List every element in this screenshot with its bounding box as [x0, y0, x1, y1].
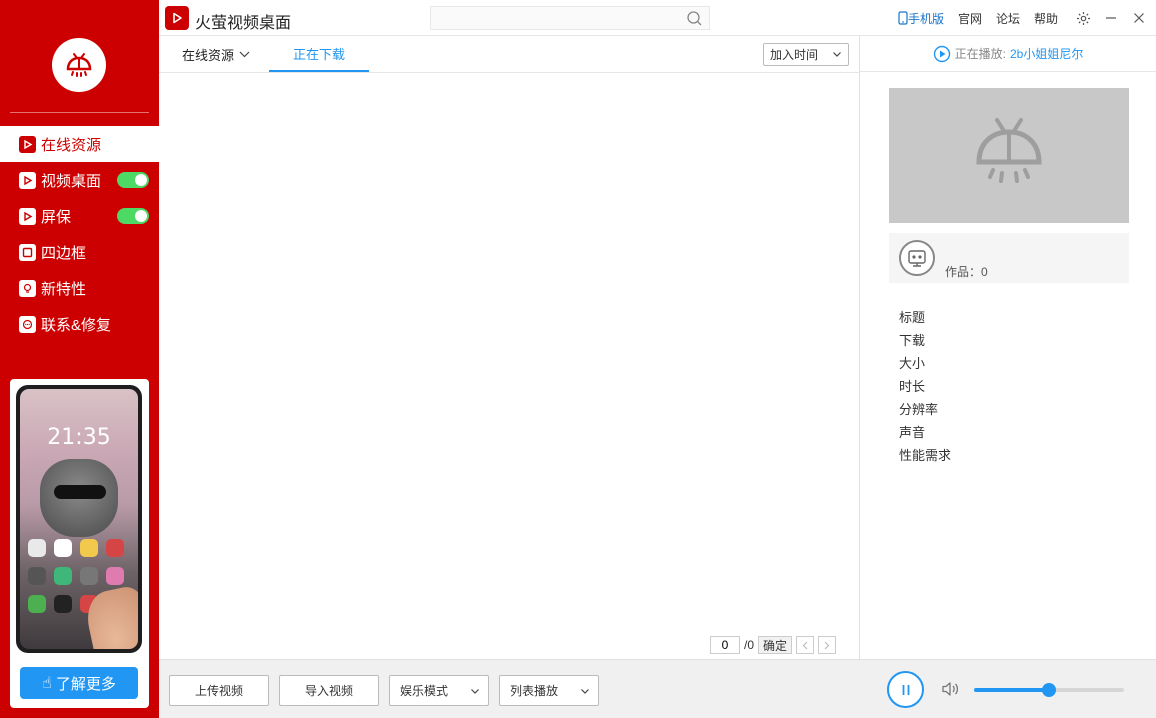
- info-audio: 声音: [899, 425, 926, 440]
- sort-select[interactable]: 加入时间: [763, 43, 849, 66]
- forum-link[interactable]: 论坛: [996, 10, 1020, 27]
- robot-avatar-icon: [908, 250, 926, 267]
- pagination: /0 确定: [710, 636, 837, 654]
- learn-more-button[interactable]: ☝ 了解更多: [20, 667, 138, 699]
- video-info-list: 标题 下载 大小 时长 分辨率 声音 性能需求: [899, 306, 951, 467]
- frame-icon: [19, 243, 36, 261]
- next-page-icon[interactable]: [818, 636, 837, 654]
- help-link[interactable]: 帮助: [1034, 10, 1058, 27]
- play-icon: [19, 171, 36, 189]
- search-icon[interactable]: [686, 10, 703, 30]
- official-site-link[interactable]: 官网: [958, 10, 982, 27]
- info-resolution: 分辨率: [899, 402, 939, 417]
- volume-slider[interactable]: [974, 683, 1124, 697]
- sidebar-item-screensaver[interactable]: 屏保: [0, 198, 159, 234]
- firefly-logo: [52, 38, 106, 92]
- mobile-version-link[interactable]: 手机版: [898, 10, 944, 27]
- top-links: 手机版 官网 论坛 帮助: [898, 0, 1156, 36]
- bottom-bar: 上传视频 导入视频 娱乐模式 列表播放: [159, 659, 1156, 718]
- pointer-hand-icon: ☝: [42, 675, 52, 692]
- page-total: /0: [744, 638, 755, 652]
- chevron-down-icon: [471, 689, 479, 694]
- pause-icon: [902, 684, 909, 695]
- chevron-down-icon: [581, 689, 589, 694]
- detail-panel: 正在播放: 2b小姐姐尼尔 作品：0 标题 下载 大小 时长 分辨率 声音 性能…: [860, 36, 1156, 659]
- minimize-icon[interactable]: [1100, 7, 1122, 29]
- upload-video-button[interactable]: 上传视频: [169, 675, 269, 706]
- screensaver-toggle[interactable]: [117, 208, 149, 224]
- sidebar-item-label: 四边框: [41, 244, 87, 262]
- chat-icon: [19, 315, 36, 333]
- play-icon: [19, 135, 36, 153]
- works-count: 作品：0: [945, 265, 988, 279]
- mode-select[interactable]: 娱乐模式: [389, 675, 489, 706]
- info-performance: 性能需求: [899, 448, 952, 463]
- promo-card[interactable]: 21:35 ☝ 了解更多: [10, 379, 149, 708]
- tab-downloading[interactable]: 正在下载: [269, 36, 369, 72]
- chevron-down-icon: [833, 52, 841, 57]
- import-video-button[interactable]: 导入视频: [279, 675, 379, 706]
- sidebar-item-online-resources[interactable]: 在线资源: [0, 126, 159, 162]
- video-thumbnail[interactable]: [889, 88, 1129, 223]
- firefly-icon: [66, 53, 92, 77]
- author-box: 作品：0: [889, 233, 1129, 283]
- page-confirm-button[interactable]: 确定: [758, 636, 793, 654]
- bulb-icon: [19, 279, 36, 297]
- sidebar-item-label: 联系&修复: [41, 316, 112, 334]
- sidebar-item-label: 新特性: [41, 280, 87, 298]
- info-duration: 时长: [899, 379, 926, 394]
- app-title: 火萤视频桌面: [195, 15, 292, 32]
- sidebar-item-border-frame[interactable]: 四边框: [0, 234, 159, 270]
- promo-phone-image: 21:35: [16, 385, 142, 653]
- sidebar-item-label: 在线资源: [41, 136, 102, 154]
- volume-handle[interactable]: [1042, 683, 1056, 697]
- now-playing[interactable]: 正在播放: 2b小姐姐尼尔: [860, 36, 1156, 72]
- content-tabs: 在线资源 正在下载 加入时间: [159, 36, 859, 73]
- info-title: 标题: [899, 310, 926, 325]
- page-number-input[interactable]: [710, 636, 740, 654]
- volume-fill: [974, 688, 1049, 692]
- close-icon[interactable]: [1128, 7, 1150, 29]
- now-playing-label: 正在播放:: [954, 47, 1006, 61]
- prev-page-icon[interactable]: [796, 636, 815, 654]
- search-input[interactable]: [431, 7, 709, 29]
- sidebar-nav: 在线资源 视频桌面 屏保 四边框 新特性 联系&修复: [0, 126, 159, 342]
- sidebar-item-contact-repair[interactable]: 联系&修复: [0, 306, 159, 342]
- play-icon: [19, 207, 36, 225]
- playback-select[interactable]: 列表播放: [499, 675, 599, 706]
- search-box: [430, 6, 710, 30]
- chevron-down-icon: [239, 51, 250, 57]
- app-logo-icon: [165, 6, 189, 30]
- tab-online-resources[interactable]: 在线资源: [182, 36, 250, 72]
- sidebar-item-label: 屏保: [41, 208, 72, 226]
- volume-icon[interactable]: [940, 679, 960, 702]
- firefly-placeholder-icon: [976, 117, 1042, 183]
- settings-gear-icon[interactable]: [1072, 7, 1094, 29]
- play-circle-icon: [933, 45, 950, 62]
- sidebar-item-new-features[interactable]: 新特性: [0, 270, 159, 306]
- video-desktop-toggle[interactable]: [117, 172, 149, 188]
- title-bar: 火萤视频桌面 手机版 官网 论坛 帮助: [159, 0, 1156, 36]
- sidebar: 在线资源 视频桌面 屏保 四边框 新特性 联系&修复 21:35 ☝ 了解更多: [0, 0, 159, 718]
- info-size: 大小: [899, 356, 926, 371]
- sidebar-item-label: 视频桌面: [41, 172, 102, 190]
- sidebar-item-video-desktop[interactable]: 视频桌面: [0, 162, 159, 198]
- sidebar-divider: [10, 112, 149, 113]
- avatar[interactable]: [899, 240, 935, 276]
- now-playing-name: 2b小姐姐尼尔: [1009, 47, 1084, 61]
- phone-clock: 21:35: [47, 425, 111, 450]
- download-list-area: [159, 73, 859, 659]
- phone-icon: [898, 11, 908, 25]
- pause-button[interactable]: [887, 671, 924, 708]
- info-downloads: 下载: [899, 333, 926, 348]
